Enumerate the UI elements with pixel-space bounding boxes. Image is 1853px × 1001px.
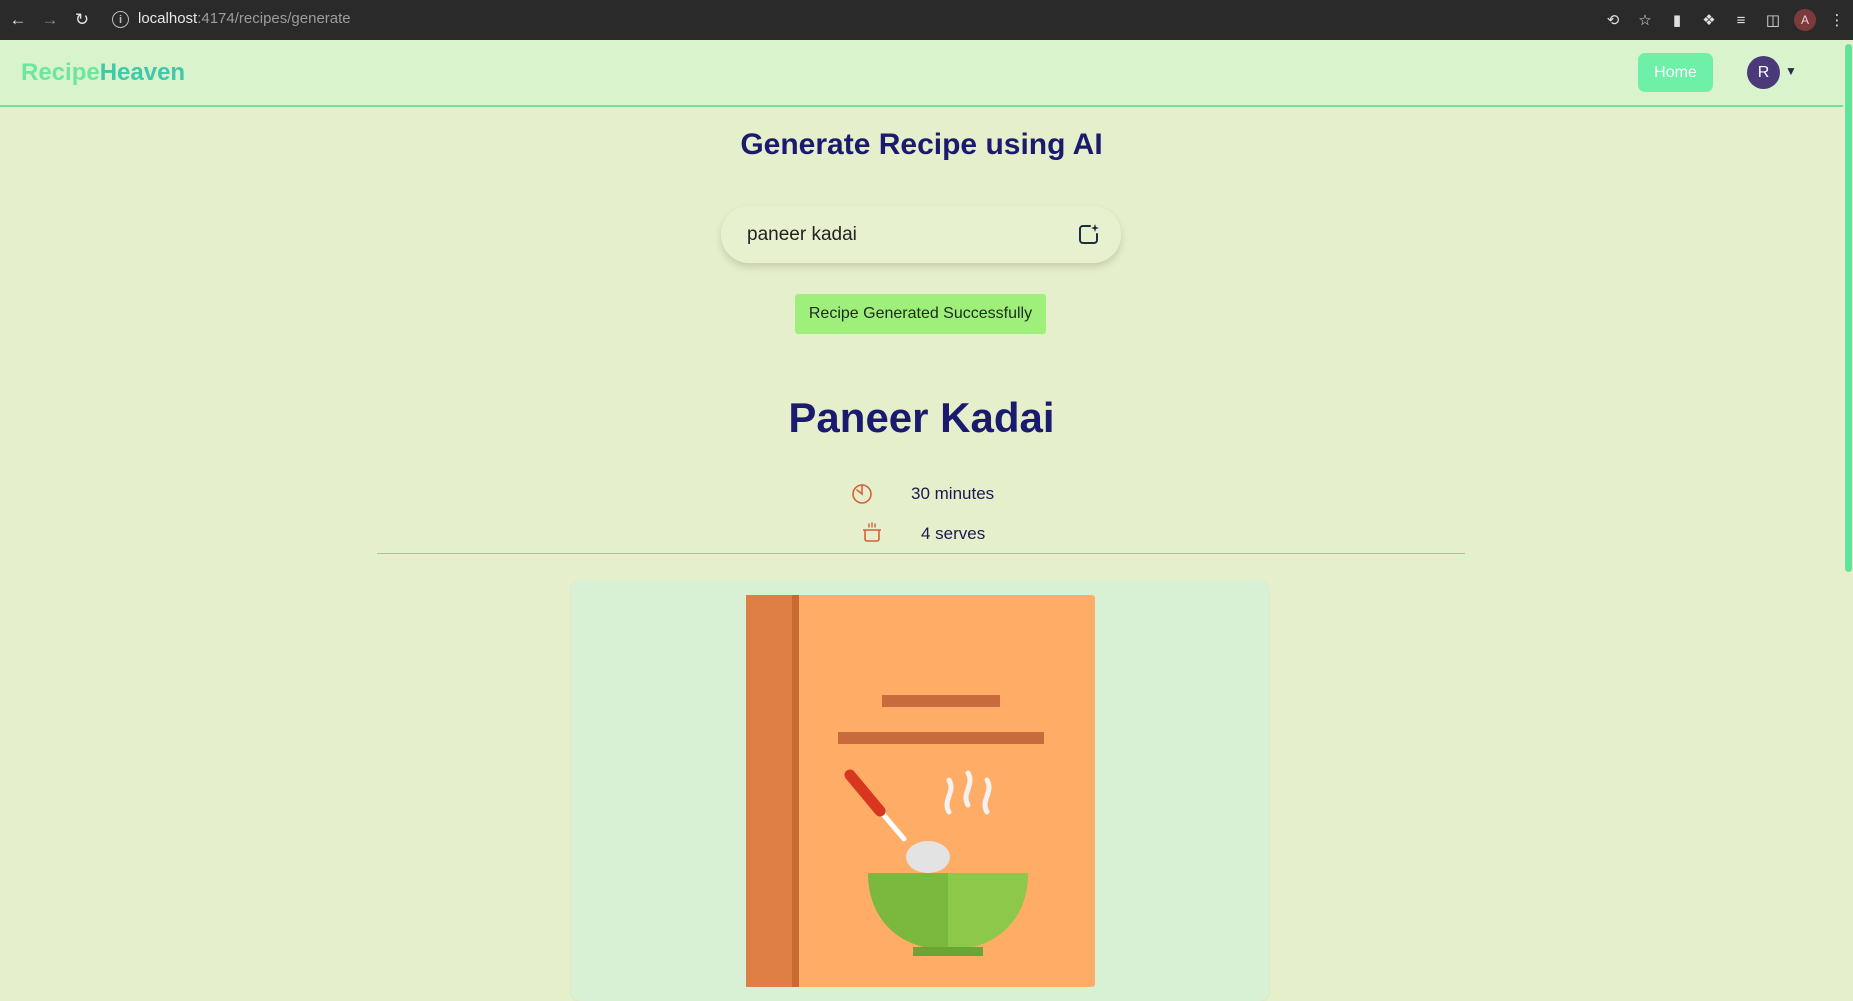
section-divider xyxy=(377,553,1465,554)
recipe-servings: 4 serves xyxy=(921,524,986,543)
recipe-book-illustration xyxy=(746,595,1095,987)
generate-sparkle-icon[interactable] xyxy=(1077,222,1101,246)
user-avatar[interactable]: R xyxy=(1747,56,1780,89)
extensions-puzzle-icon[interactable]: ❖ xyxy=(1693,0,1725,40)
success-toast: Recipe Generated Successfully xyxy=(795,294,1046,334)
chevron-down-icon[interactable]: ▼ xyxy=(1785,64,1797,78)
home-button[interactable]: Home xyxy=(1638,53,1713,92)
address-bar[interactable]: localhost:4174/recipes/generate xyxy=(138,10,351,27)
profile-slot: A xyxy=(1789,0,1821,40)
recipe-search-bar xyxy=(721,206,1121,263)
recipe-search-input[interactable] xyxy=(747,223,1047,246)
forward-arrow-icon[interactable]: → xyxy=(40,10,60,30)
site-info-icon[interactable]: i xyxy=(112,11,129,28)
logo-part-heaven: Heaven xyxy=(99,59,186,86)
url-host: localhost xyxy=(138,10,198,27)
side-panel-icon[interactable]: ◫ xyxy=(1757,0,1789,40)
recipe-cook-time: 30 minutes xyxy=(911,484,995,503)
page-title: Generate Recipe using AI xyxy=(740,128,1103,161)
extension-download-icon[interactable]: ▮ xyxy=(1661,0,1693,40)
share-icon[interactable]: ⟲ xyxy=(1597,0,1629,40)
browser-menu-icon[interactable]: ⋮ xyxy=(1821,0,1853,40)
app-navbar: RecipeHeaven Home R ▼ xyxy=(0,40,1843,107)
reload-icon[interactable]: ↻ xyxy=(72,10,92,30)
timer-icon xyxy=(852,484,872,504)
cooking-pot-icon xyxy=(863,522,881,542)
reading-list-icon[interactable]: ≡ xyxy=(1725,0,1757,40)
browser-toolbar: ← → ↻ i localhost:4174/recipes/generate … xyxy=(0,0,1853,40)
logo-part-recipe: Recipe xyxy=(21,59,100,86)
app-logo[interactable]: RecipeHeaven xyxy=(21,59,185,87)
back-arrow-icon[interactable]: ← xyxy=(8,10,28,30)
browser-profile-avatar[interactable]: A xyxy=(1794,9,1816,31)
page-scrollbar-thumb[interactable] xyxy=(1845,44,1852,572)
recipe-title: Paneer Kadai xyxy=(788,394,1055,441)
url-path: :4174/recipes/generate xyxy=(197,10,351,27)
bookmark-star-icon[interactable]: ☆ xyxy=(1629,0,1661,40)
